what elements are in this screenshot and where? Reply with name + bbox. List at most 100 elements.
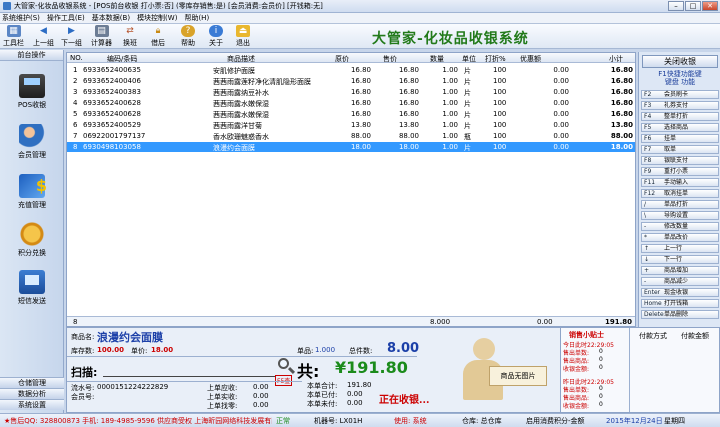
about-button[interactable]: i 关于 (209, 25, 223, 48)
function-key-18[interactable]: Enter 现金收银 (641, 288, 719, 297)
upper-paid-value: 0.00 (253, 392, 269, 400)
function-key-12[interactable]: - 修改数量 (641, 222, 719, 231)
shift-icon: ⇄ (126, 26, 134, 36)
prev-group-button[interactable]: ◀ 上一组 (33, 25, 54, 48)
col-orig-price[interactable]: 原价 (335, 54, 349, 64)
close-register-button[interactable]: 关闭收银 (642, 55, 718, 68)
table-cell: 6 (73, 121, 78, 129)
close-window-button[interactable]: ✕ (702, 1, 718, 11)
function-key-19[interactable]: Home 打开钱箱 (641, 299, 719, 308)
table-row[interactable]: 3 6933652400383 茜茜雨露纳豆补水 16.80 16.80 1.00 片 100… (67, 87, 635, 97)
table-cell: 0.00 (553, 121, 569, 129)
nav-storage[interactable]: 仓储管理 (0, 377, 64, 388)
function-key-13[interactable]: * 单品改价 (641, 233, 719, 242)
help-button[interactable]: ? 帮助 (181, 25, 195, 48)
col-no[interactable]: NO. (70, 54, 83, 62)
app-icon (3, 2, 11, 10)
exit-button[interactable]: ⏏ 退出 (236, 25, 250, 48)
calculator-button[interactable]: ▤ 计算器 (91, 25, 112, 48)
function-key-6[interactable]: F8 银联支付 (641, 156, 719, 165)
function-key-1[interactable]: F3 礼券支付 (641, 101, 719, 110)
lock-button[interactable]: 🔒︎ 借后 (151, 25, 165, 48)
cur-paid-value: 0.00 (347, 390, 363, 398)
col-off[interactable]: 优惠额 (520, 54, 541, 64)
cur-unpaid-value: 0.00 (347, 399, 363, 407)
nav-settings[interactable]: 系统设置 (0, 399, 64, 410)
function-key-20[interactable]: Delete 单品删除 (641, 310, 719, 319)
nav-sms[interactable]: 短信发送 (0, 270, 64, 306)
function-key-5[interactable]: F7 取单 (641, 145, 719, 154)
table-cell: 16.80 (398, 88, 419, 96)
menu-help[interactable]: 帮助(H) (184, 13, 209, 23)
col-qty[interactable]: 数量 (430, 54, 444, 64)
menu-basic-data[interactable]: 基本数据(B) (92, 13, 130, 23)
table-row[interactable]: 4 6933652400628 茜茜雨露水嫩保湿 16.80 16.80 1.00 片 100… (67, 98, 635, 108)
nav-recharge[interactable]: $ 充值管理 (0, 174, 64, 210)
cur-unpaid-label: 本单未付: (307, 400, 338, 408)
table-cell: 16.80 (610, 77, 633, 85)
table-row[interactable]: 1 6933652400635 安肌修护面膜 16.80 16.80 1.00 片 100 0.… (67, 65, 635, 75)
sales-tips-title: 销售小贴士 (569, 331, 604, 339)
col-discount[interactable]: 打折% (485, 54, 506, 64)
nav-analysis[interactable]: 数据分析 (0, 388, 64, 399)
table-cell: 13.80 (398, 121, 419, 129)
table-row[interactable]: 7 06922001797137 香水欧珊魅惑香水 88.00 88.00 1.00 瓶 10… (67, 131, 635, 141)
grid-header: NO. 编码/条码 商品描述 原价 售价 数量 单位 打折% 优惠额 小计 (67, 53, 635, 63)
function-key-17[interactable]: - 商品减少 (641, 277, 719, 286)
scan-input[interactable] (103, 365, 275, 377)
nav-points[interactable]: 积分兑换 (0, 222, 64, 258)
table-row[interactable]: 6 6933652400529 茜茜雨露洋甘菊 13.80 13.80 1.00 片 100 0… (67, 120, 635, 130)
table-cell: 片 (464, 111, 471, 119)
col-desc[interactable]: 商品描述 (227, 54, 255, 64)
nav-members[interactable]: 会员管理 (0, 124, 64, 160)
function-key-16[interactable]: + 商品增加 (641, 266, 719, 275)
function-key-8[interactable]: F11 手动输入 (641, 178, 719, 187)
menu-modules[interactable]: 模块控制(W) (137, 13, 177, 23)
function-key-10[interactable]: / 单品打折 (641, 200, 719, 209)
maximize-button[interactable]: □ (685, 1, 701, 11)
toolbar-toggle-button[interactable]: ▦ 工具栏 (3, 25, 24, 48)
table-cell: 5 (73, 110, 78, 118)
function-key-11[interactable]: \ 导购设置 (641, 211, 719, 220)
next-group-button[interactable]: ▶ 下一组 (61, 25, 82, 48)
single-value: 1.000 (315, 346, 336, 354)
table-row[interactable]: 5 6933652400628 茜茜雨露水嫩保湿 16.80 16.80 1.00 片 100… (67, 109, 635, 119)
menu-system[interactable]: 系统维护(S) (2, 13, 40, 23)
table-cell: 100 (493, 132, 507, 140)
pos-icon (19, 74, 45, 98)
menu-tools[interactable]: 操作工具(E) (47, 13, 85, 23)
table-cell: 16.80 (610, 99, 633, 107)
col-code[interactable]: 编码/条码 (107, 54, 137, 64)
col-subtotal[interactable]: 小计 (609, 54, 623, 64)
function-key-15[interactable]: ↓ 下一行 (641, 255, 719, 264)
nav-pos[interactable]: POS收银 (0, 74, 64, 110)
function-key-9[interactable]: F12 取消挂单 (641, 189, 719, 198)
table-cell: 88.00 (398, 132, 419, 140)
function-key-panel: 关闭收银 F1快捷功能键 键盘 功能 F2 会员刷卡 F3 礼券支付 F4 整单打折 F5 选… (638, 52, 720, 327)
pay-amount-header: 付款金额 (681, 332, 709, 340)
total-count: 8 (73, 318, 78, 326)
table-row[interactable]: 8 6930498103058 浪漫约会面膜 18.00 18.00 1.00 片 100 0.… (67, 142, 635, 152)
function-key-3[interactable]: F5 选择商品 (641, 123, 719, 132)
col-unit[interactable]: 单位 (462, 54, 476, 64)
table-cell: 6933652400406 (83, 77, 141, 85)
function-key-2[interactable]: F4 整单打折 (641, 112, 719, 121)
shift-button[interactable]: ⇄ 换班 (123, 25, 137, 48)
status-date: 2015年12月24日 (606, 416, 663, 425)
minimize-button[interactable]: – (668, 1, 684, 11)
table-cell: 13.80 (350, 121, 371, 129)
table-row[interactable]: 2 6933652400406 茜茜雨露莲籽净化清肌隐形面膜 16.80 16.80 1.… (67, 76, 635, 86)
table-cell: 片 (464, 100, 471, 108)
table-cell: 13.80 (610, 121, 633, 129)
function-key-4[interactable]: F6 挂单 (641, 134, 719, 143)
table-cell: 1.00 (442, 66, 458, 74)
info-icon: i (209, 25, 223, 37)
table-cell: 6933652400635 (83, 66, 141, 74)
table-cell: 1.00 (442, 121, 458, 129)
table-cell: 瓶 (464, 133, 471, 141)
function-key-7[interactable]: F9 重打小票 (641, 167, 719, 176)
upper-change-label: 上单找零: (207, 402, 238, 410)
function-key-0[interactable]: F2 会员刷卡 (641, 90, 719, 99)
col-price[interactable]: 售价 (383, 54, 397, 64)
function-key-14[interactable]: ↑ 上一行 (641, 244, 719, 253)
